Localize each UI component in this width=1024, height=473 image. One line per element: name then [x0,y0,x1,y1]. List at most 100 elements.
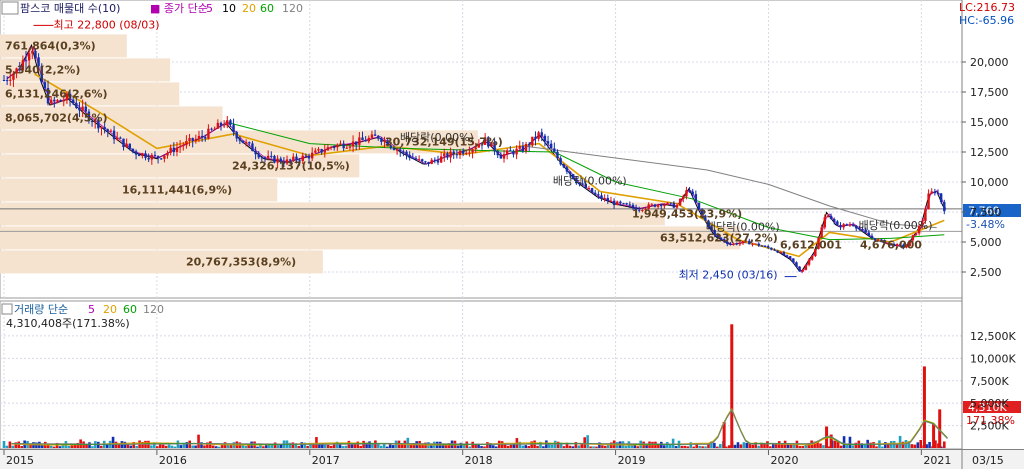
candle-body [163,155,166,159]
profile-label: 16,111,441(6,9%) [122,183,232,196]
profile-label: 20,767,353(8,9%) [186,255,296,268]
candle-body [773,249,776,251]
candle-body [358,137,361,145]
profile-label: 24,326,137(10,5%) [232,159,350,172]
volume-bar [851,445,855,448]
candle-body [219,122,223,126]
candle-body [823,217,826,228]
volume-bar [509,444,513,448]
volume-ma-period-120: 120 [143,303,164,316]
volume-bar [391,445,395,448]
candle-body [600,195,603,199]
profile-extra-label: 6,612,001 [780,238,842,251]
candle-body [801,269,804,272]
candle-body [178,146,182,148]
candle-body [543,135,547,142]
candle-body [455,154,459,156]
candle-body [622,203,625,205]
candle-body [229,120,232,125]
candle-body [317,149,320,151]
volume-spike-bar [730,324,734,448]
lc-value: LC:216.73 [959,1,1015,14]
candle-body [417,159,421,161]
candle-body [364,140,367,142]
profile-label: 8,065,702(4,5%) [5,111,108,124]
candle-body [763,245,767,247]
candle-body [867,232,871,236]
volume-bar [727,445,731,448]
volume-bar [150,445,153,448]
chart-canvas[interactable]: 761,864(0,3%) 5,340(2,2%) 6,131,246(2,6%) 8… [0,0,1024,469]
candle-body [304,155,308,157]
candle-body [461,150,465,154]
volume-bar [11,445,15,448]
volume-bar [444,445,448,448]
candle-body [458,150,462,156]
volume-bar [486,442,489,448]
volume-bar [739,444,743,448]
stock-chart[interactable]: 761,864(0,3%) 5,340(2,2%) 6,131,246(2,6%) 8… [0,0,1024,469]
candle-body [24,60,28,62]
candle-body [776,250,779,253]
candle-body [62,100,65,102]
candle-body [207,128,210,139]
volume-bar [297,445,301,448]
volume-bar [736,442,740,448]
volume-bar [683,445,687,448]
volume-bar [839,445,843,448]
volume-tick-label: 10,000K [970,352,1016,365]
volume-bar [766,441,769,448]
volume-bar [341,446,345,448]
candle-body [939,193,943,202]
price-tick-label: 5,000 [970,236,1002,249]
candle-body [188,138,191,141]
volume-bar [884,442,887,448]
price-panel-title[interactable]: 팜스코 매물대 수(10) [20,2,120,15]
candle-body [351,141,355,147]
candle-body [936,193,940,195]
volume-tick-label: 2,500K [970,420,1009,433]
volume-bar [5,445,9,448]
candle-body [439,156,443,163]
candle-body [49,99,53,104]
volume-bar [571,446,575,448]
volume-bar [385,446,389,448]
candle-body [499,155,503,159]
volume-bar [671,438,675,448]
candle-body [119,137,122,139]
candle-body [78,107,81,111]
candle-body [804,264,808,270]
candle-body [257,154,260,158]
candle-body [829,215,833,220]
candle-body [609,200,613,202]
candle-body [266,155,270,159]
candle-body [182,145,185,147]
candle-body [408,154,411,159]
volume-bar [456,445,460,448]
candle-body [329,146,333,148]
dividend-marker: 배당락(0.00%) [706,220,780,233]
volume-bar [129,445,133,448]
volume-bar [371,444,374,448]
candle-body [411,158,415,160]
volume-bar [164,445,168,448]
price-tick-label: 17,500 [970,86,1009,99]
candle-body [565,167,569,172]
candle-body [75,102,78,108]
volume-bar [406,437,410,448]
candle-body [943,201,946,212]
candle-body [5,80,9,82]
candle-body [333,146,336,148]
volume-bar [323,444,327,448]
volume-bar [742,442,746,448]
volume-bar [2,440,6,448]
volume-bar [265,445,268,448]
candle-body [590,188,594,193]
volume-panel-title[interactable]: 거래량 단순 [14,303,68,316]
candle-body [836,221,839,225]
volume-bar [833,440,837,448]
candle-body [792,258,795,263]
volume-bar [798,446,802,448]
candle-body [842,224,845,228]
volume-bar [713,442,716,448]
